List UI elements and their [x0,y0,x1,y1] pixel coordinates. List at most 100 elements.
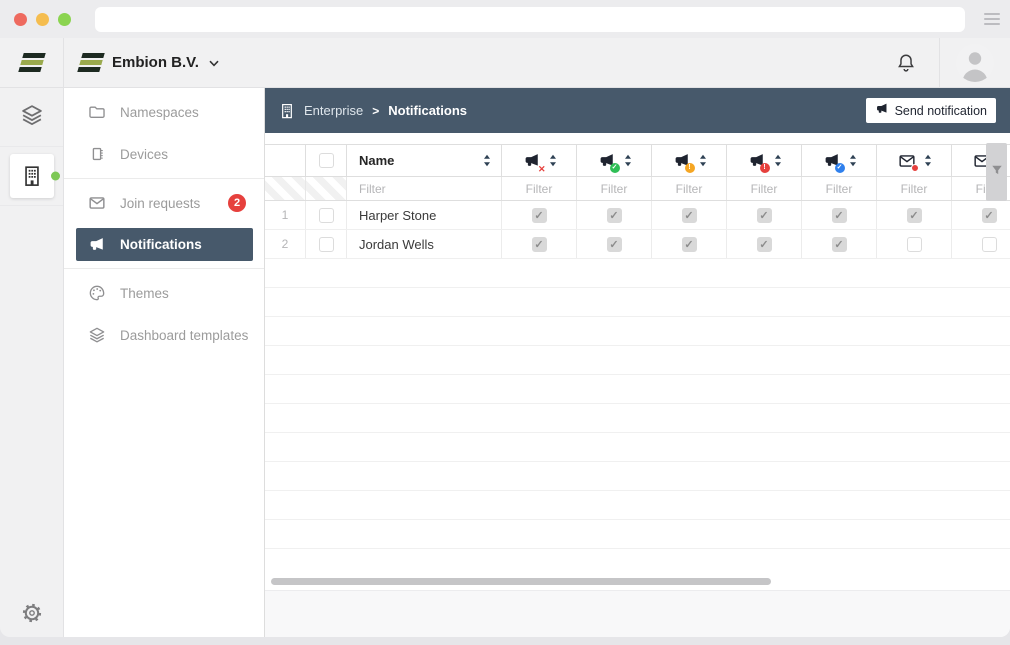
checkbox-notify-resolved[interactable]: ✓ [607,237,622,252]
table-row: 2 Jordan Wells ✓ ✓ ✓ ✓ ✓ [265,230,1010,259]
logo-icon [18,53,45,72]
send-notification-button[interactable]: Send notification [866,98,996,123]
row-select-checkbox[interactable] [319,208,334,223]
row-select-cell [306,230,347,258]
sort-icon[interactable] [483,154,491,167]
column-header-notify-critical[interactable]: ! [727,145,802,176]
filter-input-notify-resolved[interactable] [577,177,651,200]
row-select-cell [306,201,347,229]
column-header-notify-info[interactable]: ✓ [802,145,877,176]
filter-panel-toggle[interactable] [986,143,1007,201]
settings-gear-icon[interactable] [0,603,64,623]
checkbox-mail-alarm[interactable] [907,237,922,252]
badge-circle: ✓ [610,163,620,173]
checkbox-notify-critical[interactable]: ✓ [757,237,772,252]
notifications-bell-icon[interactable] [873,38,940,87]
rail-item-enterprise[interactable] [0,147,63,206]
checkbox-notify-warning[interactable]: ✓ [682,208,697,223]
sidebar-item-devices[interactable]: Devices [64,133,264,175]
send-notification-label: Send notification [895,104,987,118]
badge-circle: ! [760,163,770,173]
row-number-label: 2 [282,237,289,251]
checkbox-mail-alarm[interactable]: ✓ [907,208,922,223]
sort-icon[interactable] [849,154,857,167]
select-all-checkbox[interactable] [319,153,334,168]
sidebar-item-label: Devices [120,147,168,162]
sort-icon[interactable] [699,154,707,167]
breadcrumb: Enterprise > Notifications Send notifica… [265,88,1010,133]
sort-icon[interactable] [774,154,782,167]
checkbox-notify-critical[interactable]: ✓ [757,208,772,223]
user-avatar[interactable] [956,44,994,82]
row-number-label: 1 [282,208,289,222]
main-content: Enterprise > Notifications Send notifica… [265,88,1010,637]
sidebar-item-join-requests[interactable]: Join requests2 [64,182,264,224]
chip-icon [88,145,106,163]
checkbox-notify-resolved[interactable]: ✓ [607,208,622,223]
sidebar-group: Namespaces Devices [64,88,264,179]
close-button[interactable] [14,13,27,26]
checkbox-mail-resolved[interactable]: ✓ [982,208,997,223]
filter-input-mail-alarm[interactable] [877,177,951,200]
sidebar-item-themes[interactable]: Themes [64,272,264,314]
table-filter-row [265,177,1010,201]
checkbox-notify-alarm[interactable]: ✓ [532,237,547,252]
minimize-button[interactable] [36,13,49,26]
browser-chrome [0,0,1010,38]
browser-menu-icon[interactable] [984,13,1000,25]
rail-item-card [10,154,54,198]
checkbox-notify-info[interactable]: ✓ [832,237,847,252]
name-filter-input[interactable] [347,177,501,200]
checkbox-notify-warning[interactable]: ✓ [682,237,697,252]
sidebar-item-namespaces[interactable]: Namespaces [64,91,264,133]
column-header-notify-alarm[interactable]: ✕ [502,145,577,176]
filter-input-notify-warning[interactable] [652,177,726,200]
badge-cross: ✕ [538,165,546,174]
check-cell-mail-alarm [877,230,952,258]
checkbox-mail-resolved[interactable] [982,237,997,252]
check-cell-notify-alarm: ✓ [502,201,577,229]
sidebar-item-dashboard-templates[interactable]: Dashboard templates [64,314,264,356]
rownum-header [265,145,306,176]
sort-icon[interactable] [924,154,932,167]
name-filter-cell [347,177,502,200]
row-name-cell: Jordan Wells [347,230,502,258]
horizontal-scrollbar[interactable] [271,578,771,585]
checkbox-notify-alarm[interactable]: ✓ [532,208,547,223]
breadcrumb-separator: > [372,104,379,118]
column-header-mail-alarm[interactable] [877,145,952,176]
notifications-table: Name✕✓!!✓1Harper Stone✓✓✓✓✓✓✓2Jordan Wel… [265,144,1010,577]
filter-cell-mail-alarm [877,177,952,200]
maximize-button[interactable] [58,13,71,26]
app-header: Embion B.V. [0,38,1010,88]
app-logo[interactable] [0,38,64,87]
name-column-header[interactable]: Name [347,145,502,176]
row-select-checkbox[interactable] [319,237,334,252]
filter-input-notify-alarm[interactable] [502,177,576,200]
select-all-cell [306,145,347,176]
check-cell-notify-critical: ✓ [727,201,802,229]
org-switcher[interactable]: Embion B.V. [80,53,219,72]
checkbox-notify-info[interactable]: ✓ [832,208,847,223]
app-window: Embion B.V. Namespaces Devices Join reques… [0,0,1010,637]
sort-icon[interactable] [624,154,632,167]
bullhorn-icon [88,236,106,254]
filter-input-notify-critical[interactable] [727,177,801,200]
column-header-notify-resolved[interactable]: ✓ [577,145,652,176]
row-name: Jordan Wells [359,237,434,252]
layers-icon [20,103,44,132]
funnel-icon [991,163,1003,181]
bullhorn-icon: ! [672,151,692,171]
bullhorn-icon: ✓ [822,151,842,171]
column-header-notify-warning[interactable]: ! [652,145,727,176]
sidebar-nav: Namespaces Devices Join requests2 Notificat… [64,88,265,637]
sort-icon[interactable] [549,154,557,167]
rail-item-dashboards[interactable] [0,88,63,147]
filter-cell-notify-alarm [502,177,577,200]
filter-input-notify-info[interactable] [802,177,876,200]
breadcrumb-root[interactable]: Enterprise [304,103,363,118]
sidebar-item-label: Notifications [120,237,202,252]
url-bar[interactable] [95,7,965,32]
sidebar-item-notifications[interactable]: Notifications [76,228,253,261]
sidebar-item-label: Dashboard templates [120,328,248,343]
